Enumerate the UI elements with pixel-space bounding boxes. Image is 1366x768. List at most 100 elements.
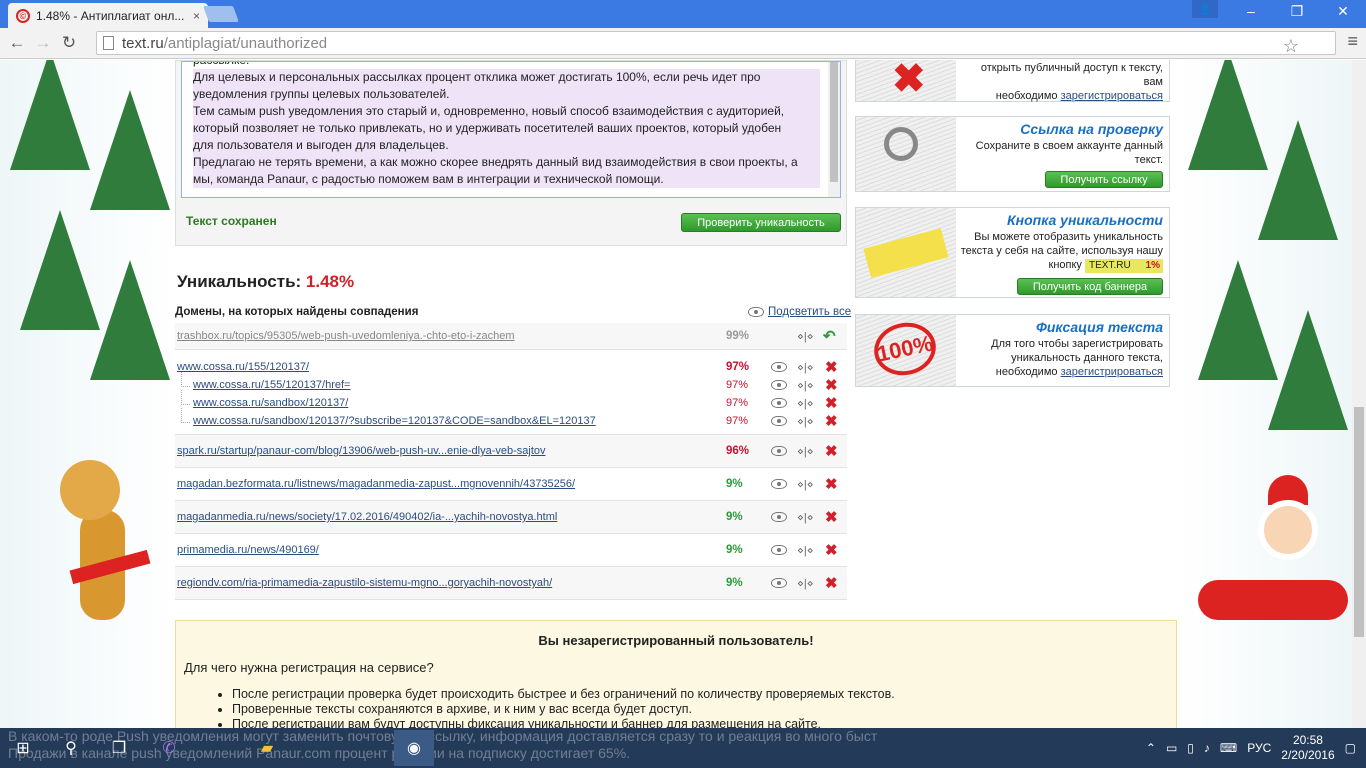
exclude-icon[interactable]: ✖	[825, 358, 838, 376]
task-view-icon[interactable]: ❐	[104, 733, 134, 763]
compare-icon[interactable]: ⋄|⋄	[797, 415, 814, 428]
editor-line: Для целевых и персональных рассылках про…	[193, 69, 820, 86]
eye-icon[interactable]	[771, 380, 787, 390]
card-description: открыть публичный доступ к тексту, вам н…	[963, 61, 1163, 103]
browser-titlebar: © 1.48% - Антиплагиат онл... × 👤 – ❐ ✕	[0, 0, 1366, 28]
card-description: Вы можете отобразить уникальность текста…	[948, 230, 1163, 273]
text-input-area[interactable]: рассылке. Для целевых и персональных рас…	[181, 61, 841, 198]
browser-tab[interactable]: © 1.48% - Антиплагиат онл... ×	[8, 3, 208, 28]
eye-icon[interactable]	[771, 416, 787, 426]
get-banner-code-button[interactable]: Получить код баннера	[1017, 278, 1163, 295]
windows-start-icon[interactable]: ⊞	[8, 733, 38, 763]
bookmark-star-icon[interactable]: ☆	[1283, 36, 1299, 57]
eye-icon[interactable]	[771, 545, 787, 555]
notifications-icon[interactable]: ▢	[1345, 741, 1356, 755]
page-info-icon[interactable]	[103, 36, 114, 50]
chrome-icon[interactable]: ◉	[394, 730, 434, 766]
keyboard-icon[interactable]: ⌨	[1220, 741, 1237, 755]
get-link-button[interactable]: Получить ссылку	[1045, 171, 1163, 188]
exclude-icon[interactable]: ✖	[825, 442, 838, 460]
exclude-icon[interactable]: ✖	[825, 376, 838, 394]
match-url-link[interactable]: regiondv.com/ria-primamedia-zapustilo-si…	[177, 577, 552, 589]
clock[interactable]: 20:58 2/20/2016	[1281, 733, 1334, 763]
scrollbar-thumb[interactable]	[1354, 407, 1364, 637]
fir-branch-icon	[1198, 260, 1278, 380]
search-icon[interactable]: ⚲	[56, 733, 86, 763]
match-url-link[interactable]: www.cossa.ru/sandbox/120137/?subscribe=1…	[193, 415, 596, 427]
battery-icon[interactable]: ▯	[1187, 741, 1194, 755]
notice-list: После регистрации проверка будет происхо…	[232, 687, 1168, 728]
compare-icon[interactable]: ⋄|⋄	[797, 577, 814, 590]
compare-icon[interactable]: ⋄|⋄	[797, 478, 814, 491]
forward-icon[interactable]: →	[30, 30, 56, 56]
check-uniqueness-button[interactable]: Проверить уникальность	[681, 213, 841, 232]
match-url-link[interactable]: www.cossa.ru/sandbox/120137/	[193, 397, 348, 409]
page-scrollbar[interactable]	[1352, 60, 1366, 728]
text-editor-panel: рассылке. Для целевых и персональных рас…	[175, 60, 847, 246]
eye-icon[interactable]	[771, 578, 787, 588]
new-tab-button[interactable]	[203, 6, 239, 22]
eye-icon[interactable]	[771, 398, 787, 408]
compare-icon[interactable]: ⋄|⋄	[797, 379, 814, 392]
compare-icon[interactable]: ⋄|⋄	[797, 397, 814, 410]
browser-menu-icon[interactable]: ≡	[1347, 31, 1358, 52]
register-link[interactable]: зарегистрироваться	[1061, 90, 1163, 102]
network-icon[interactable]: ▭	[1166, 741, 1177, 755]
back-icon[interactable]: ←	[4, 30, 30, 56]
compare-icon[interactable]: ⋄|⋄	[797, 511, 814, 524]
language-indicator[interactable]: РУС	[1247, 741, 1271, 755]
card-description: Сохраните в своем аккаунте данный текст.	[963, 139, 1163, 167]
uniqueness-button-card: Кнопка уникальности Вы можете отобразить…	[855, 207, 1170, 298]
match-group: magadan.bezformata.ru/listnews/magadanme…	[175, 468, 847, 501]
match-row: magadanmedia.ru/news/society/17.02.2016/…	[175, 508, 847, 526]
address-bar[interactable]: text.ru/antiplagiat/unauthorized ☆	[96, 31, 1336, 57]
minimize-button[interactable]: –	[1228, 0, 1274, 22]
undo-icon[interactable]: ↶	[823, 327, 836, 345]
tab-close-icon[interactable]: ×	[193, 9, 200, 23]
maximize-button[interactable]: ❐	[1274, 0, 1320, 22]
match-url-link[interactable]: spark.ru/startup/panaur-com/blog/13906/w…	[177, 445, 546, 457]
eye-icon[interactable]	[771, 446, 787, 456]
close-button[interactable]: ✕	[1320, 0, 1366, 22]
saved-status: Текст сохранен	[186, 214, 277, 228]
exclude-icon[interactable]: ✖	[825, 475, 838, 493]
stamp-100-illustration: 100%	[856, 315, 956, 386]
eye-icon[interactable]	[771, 362, 787, 372]
compare-icon[interactable]: ⋄|⋄	[797, 544, 814, 557]
volume-icon[interactable]: ♪	[1204, 741, 1210, 755]
reindeer-illustration	[40, 440, 151, 630]
magnifier-illustration	[856, 117, 956, 191]
exclude-icon[interactable]: ✖	[825, 394, 838, 412]
match-url-link[interactable]: primamedia.ru/news/490169/	[177, 544, 319, 556]
compare-icon[interactable]: ⋄|⋄	[797, 361, 814, 374]
file-explorer-icon[interactable]: ▰	[252, 733, 282, 763]
compare-icon[interactable]: ⋄|⋄	[797, 445, 814, 458]
profile-icon[interactable]: 👤	[1192, 0, 1218, 18]
exclude-icon[interactable]: ✖	[825, 574, 838, 592]
exclude-icon[interactable]: ✖	[825, 541, 838, 559]
match-group: primamedia.ru/news/490169/ 9% ⋄|⋄ ✖	[175, 534, 847, 567]
match-url-link[interactable]: www.cossa.ru/155/120137/href=	[193, 379, 350, 391]
compare-icon[interactable]: ⋄|⋄	[797, 330, 814, 343]
match-subrow: www.cossa.ru/sandbox/120137/?subscribe=1…	[175, 408, 847, 430]
highlight-all-link[interactable]: Подсветить все	[748, 306, 851, 318]
register-link[interactable]: зарегистрироваться	[1061, 366, 1163, 378]
match-row: regiondv.com/ria-primamedia-zapustilo-si…	[175, 574, 847, 592]
exclude-icon[interactable]: ✖	[825, 508, 838, 526]
match-url-link[interactable]: trashbox.ru/topics/95305/web-push-uvedom…	[177, 330, 515, 342]
match-url-link[interactable]: www.cossa.ru/155/120137/	[177, 361, 309, 373]
card-text: Для того чтобы зарегистрировать	[991, 338, 1163, 350]
window-controls: – ❐ ✕	[1228, 0, 1366, 28]
match-url-link[interactable]: magadan.bezformata.ru/listnews/magadanme…	[177, 478, 575, 490]
card-title: Ссылка на проверку	[1020, 121, 1163, 137]
eye-icon[interactable]	[771, 479, 787, 489]
reload-icon[interactable]: ↻	[56, 30, 82, 56]
exclude-icon[interactable]: ✖	[825, 412, 838, 430]
eye-icon[interactable]	[771, 512, 787, 522]
viber-icon[interactable]: ✆	[154, 733, 184, 763]
fir-branch-icon	[1258, 120, 1338, 240]
match-url-link[interactable]: magadanmedia.ru/news/society/17.02.2016/…	[177, 511, 557, 523]
editor-scrollbar[interactable]	[828, 62, 840, 197]
chevron-up-icon[interactable]: ⌃	[1146, 741, 1156, 755]
page-content: рассылке. Для целевых и персональных рас…	[0, 60, 1352, 728]
